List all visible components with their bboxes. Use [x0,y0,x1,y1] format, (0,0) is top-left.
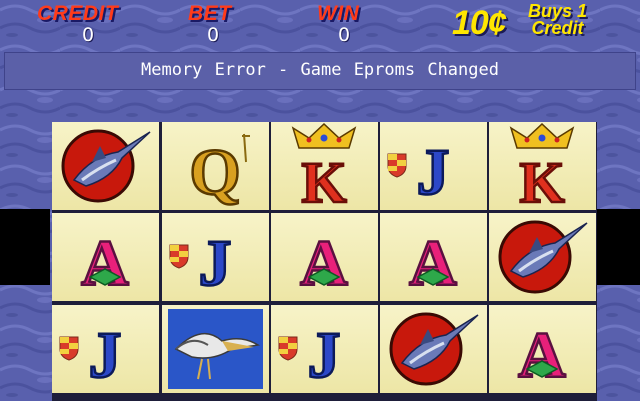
queen-icon: Q [188,133,250,210]
bet-label: BET [188,2,232,25]
reel-cell: K [271,122,378,210]
reel-cell [162,305,269,393]
jack-icon: J [387,135,451,210]
ace-icon: A [80,226,131,301]
message-bar: Memory Error - Game Eproms Changed [4,52,636,90]
credit-value: 0 [81,24,95,46]
marlin-icon [61,129,151,203]
reel-cell [52,122,159,210]
coin-denomination: 10¢ [452,4,507,42]
ace-icon: A [517,318,568,393]
marlin-icon [389,312,479,386]
svg-text:K: K [301,150,346,210]
error-message: Memory Error - Game Eproms Changed [141,60,499,80]
svg-text:J: J [417,136,450,209]
bet-value: 0 [206,24,220,46]
win-value: 0 [337,24,351,46]
marlin-icon [498,220,588,294]
reel-cell: Q [162,122,269,210]
payline-marker-left [0,209,50,285]
reel-cell: A [380,213,487,301]
reel-cell: J [380,122,487,210]
payline-marker-right [597,209,640,285]
reel-4: JA [380,122,487,401]
jack-icon: J [59,318,123,393]
jack-icon: J [278,318,342,393]
reel-3: KAJ [271,122,378,401]
pelican-icon [168,309,263,389]
svg-text:A: A [409,227,457,300]
svg-text:A: A [518,319,566,392]
reel-window: AJQJ KAJJA K A [52,122,597,401]
reel-cell: J [52,305,159,393]
svg-text:K: K [519,150,564,210]
svg-text:J: J [308,319,341,392]
svg-text:Q: Q [189,136,240,209]
reel-cell [380,305,487,393]
reel-2: QJ [162,122,269,401]
credit-label: CREDIT [37,2,119,25]
ace-icon: A [408,226,459,301]
reel-cell: J [271,305,378,393]
king-icon: K [291,122,357,210]
svg-text:A: A [81,227,129,300]
win-label: WIN [317,2,360,25]
reel-cell: J [162,213,269,301]
svg-text:J: J [199,227,232,300]
svg-text:A: A [300,227,348,300]
jack-icon: J [169,226,233,301]
reel-cell: K [489,122,596,210]
king-icon: K [509,122,575,210]
reel-cell: A [52,213,159,301]
svg-text:J: J [89,319,122,392]
reel-cell: A [271,213,378,301]
ace-icon: A [299,226,350,301]
reel-cell: A [489,305,596,393]
buys-line2: Credit [531,18,584,38]
buys-credit-label: Buys 1 Credit [528,2,587,38]
reel-cell [489,213,596,301]
reel-1: AJ [52,122,159,401]
reel-5: K A [489,122,596,401]
